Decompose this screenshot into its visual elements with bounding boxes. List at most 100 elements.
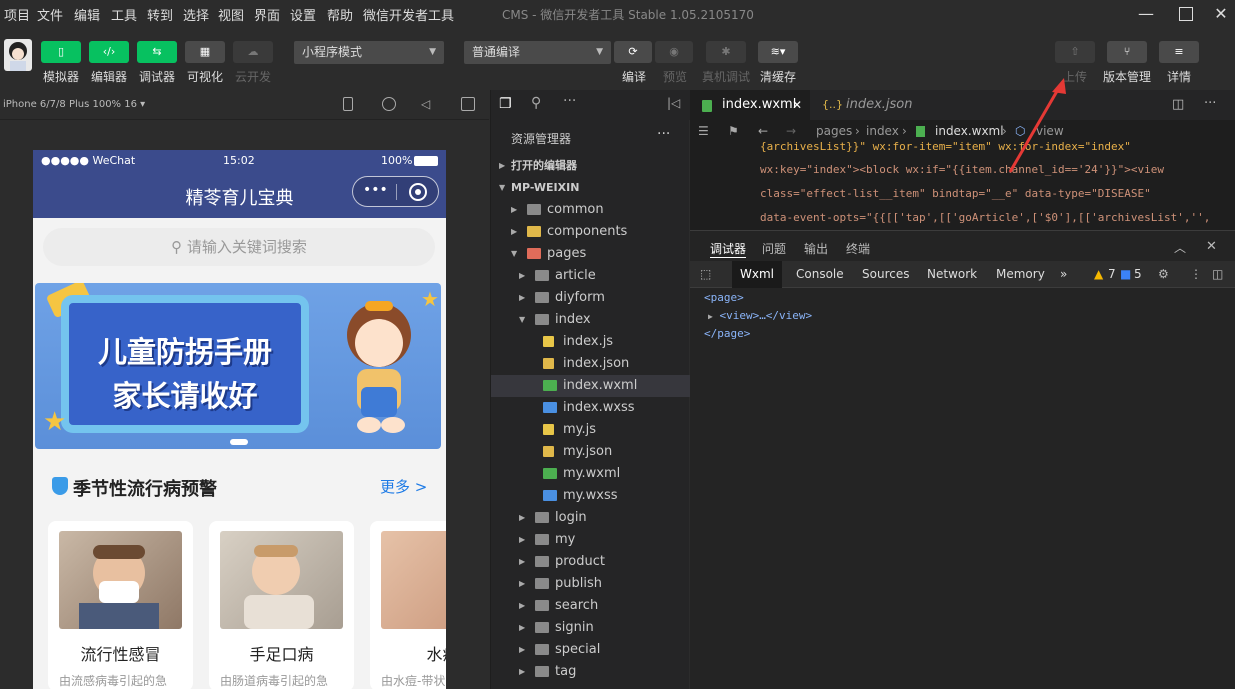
menu-item[interactable]: 视图: [218, 5, 244, 24]
capsule-menu[interactable]: •••: [352, 176, 439, 207]
tree-item[interactable]: my.json: [491, 441, 690, 463]
tree-item[interactable]: ▶ article: [491, 265, 690, 287]
phone-outline-icon[interactable]: [343, 97, 353, 111]
forward-arrow-icon[interactable]: →: [786, 120, 796, 142]
code-line[interactable]: class="effect-list__item" bindtap="__e" …: [760, 187, 1151, 200]
banner-image[interactable]: 儿童防拐手册 家长请收好 ★ ★: [35, 283, 441, 449]
menu-item[interactable]: 帮助: [327, 5, 353, 24]
close-icon[interactable]: ✕: [1210, 4, 1232, 24]
collapse-panel-icon[interactable]: |◁: [667, 96, 680, 110]
popout-icon[interactable]: [461, 97, 475, 111]
more-dots-icon[interactable]: •••: [363, 182, 388, 198]
debugger-toggle-button[interactable]: ⇆: [137, 41, 177, 63]
menu-item[interactable]: 转到: [147, 5, 173, 24]
close-icon[interactable]: ✕: [792, 90, 802, 120]
back-arrow-icon[interactable]: ←: [758, 120, 768, 142]
tree-item[interactable]: index.js: [491, 331, 690, 353]
menu-item[interactable]: 选择: [183, 5, 209, 24]
split-editor-icon[interactable]: ◫: [1172, 97, 1184, 112]
tree-item[interactable]: ▶ components: [491, 221, 690, 243]
menu-item[interactable]: 微信开发者工具: [363, 5, 454, 24]
tree-item[interactable]: ▶ my: [491, 529, 690, 551]
simulator-toggle-button[interactable]: ▯: [41, 41, 81, 63]
avatar[interactable]: [4, 39, 32, 71]
more-tabs-icon[interactable]: »: [1060, 261, 1067, 288]
more-link[interactable]: 更多 >: [380, 476, 427, 497]
warning-count[interactable]: 7: [1108, 261, 1116, 288]
chevron-up-icon[interactable]: ︿: [1174, 239, 1186, 256]
tree-item[interactable]: my.wxss: [491, 485, 690, 507]
close-icon[interactable]: ✕: [1206, 239, 1217, 254]
maximize-icon[interactable]: [1175, 4, 1197, 24]
code-line[interactable]: wx:key="index"><block wx:if="{{item.chan…: [760, 163, 1164, 176]
tree-item[interactable]: index.wxml: [491, 375, 690, 397]
clear-cache-button[interactable]: ≋▾: [758, 41, 798, 63]
tree-item[interactable]: ▼ pages: [491, 243, 690, 265]
visual-toggle-button[interactable]: ▦: [185, 41, 225, 63]
editor-toggle-button[interactable]: ‹/›: [89, 41, 129, 63]
carousel-indicator[interactable]: [230, 439, 248, 445]
tab-index-wxml[interactable]: index.wxml ✕: [690, 90, 810, 120]
crumb-file[interactable]: index.wxml: [935, 120, 1004, 142]
menu-item[interactable]: 文件: [37, 5, 63, 24]
disease-card[interactable]: 流行性感冒 由流感病毒引起的急: [48, 521, 193, 689]
upload-button[interactable]: ⇧: [1055, 41, 1095, 63]
compile-button[interactable]: ⟳: [614, 41, 652, 63]
compile-select[interactable]: 普通编译 ▼: [464, 41, 611, 64]
kebab-icon[interactable]: ⋮: [1190, 261, 1202, 288]
tree-item[interactable]: ▶ common: [491, 199, 690, 221]
menu-item[interactable]: 项目: [4, 5, 30, 24]
explorer-more-icon[interactable]: ···: [657, 126, 670, 142]
menu-item[interactable]: 工具: [111, 5, 137, 24]
more-icon[interactable]: ···: [563, 93, 576, 109]
disease-card[interactable]: 手足口病 由肠道病毒引起的急: [209, 521, 354, 689]
tree-item[interactable]: ▶ diyform: [491, 287, 690, 309]
gear-icon[interactable]: ⚙: [1158, 261, 1169, 288]
error-count[interactable]: 5: [1134, 261, 1142, 288]
xml-node[interactable]: <page>: [704, 291, 812, 304]
crumb-pages[interactable]: pages: [816, 120, 852, 142]
tree-item[interactable]: my.js: [491, 419, 690, 441]
open-editors-section[interactable]: ▶ 打开的编辑器: [491, 155, 690, 177]
dock-icon[interactable]: ◫: [1212, 261, 1223, 288]
exit-icon[interactable]: [409, 183, 427, 201]
list-icon[interactable]: ☰: [698, 120, 709, 142]
tab-index-json[interactable]: {..} index.json: [810, 90, 930, 120]
tree-item[interactable]: ▼ index: [491, 309, 690, 331]
tree-item[interactable]: my.wxml: [491, 463, 690, 485]
details-button[interactable]: ≡: [1159, 41, 1199, 63]
tree-item[interactable]: index.json: [491, 353, 690, 375]
menu-item[interactable]: 界面: [254, 5, 280, 24]
mode-select[interactable]: 小程序模式 ▼: [294, 41, 444, 64]
caret-right-icon[interactable]: ▶: [708, 312, 713, 321]
bookmark-icon[interactable]: ⚑: [728, 120, 739, 142]
crumb-index[interactable]: index: [866, 120, 899, 142]
tree-item[interactable]: ▶ signin: [491, 617, 690, 639]
remote-debug-button[interactable]: ✱: [706, 41, 746, 63]
tree-item[interactable]: ▶ special: [491, 639, 690, 661]
tab-network[interactable]: Network: [927, 261, 977, 288]
inspect-icon[interactable]: ⬚: [700, 261, 711, 288]
tree-item[interactable]: index.wxss: [491, 397, 690, 419]
minimize-icon[interactable]: —: [1135, 4, 1157, 24]
tree-item[interactable]: ▶ publish: [491, 573, 690, 595]
volume-icon[interactable]: ◁: [421, 97, 430, 111]
disease-card[interactable]: 水痘 由水痘-带状: [370, 521, 446, 689]
tab-issues[interactable]: 问题: [762, 240, 786, 257]
xml-node[interactable]: <view>…</view>: [719, 309, 812, 322]
xml-node[interactable]: </page>: [704, 327, 812, 340]
record-icon[interactable]: [382, 97, 396, 111]
more-icon[interactable]: ···: [1204, 96, 1216, 111]
version-button[interactable]: ⑂: [1107, 41, 1147, 63]
tree-item[interactable]: ▶ search: [491, 595, 690, 617]
tree-item[interactable]: ▶ login: [491, 507, 690, 529]
tab-debugger[interactable]: 调试器: [710, 240, 747, 258]
tab-terminal[interactable]: 终端: [846, 240, 870, 257]
files-icon[interactable]: ❐: [499, 96, 512, 112]
device-select[interactable]: iPhone 6/7/8 Plus 100% 16 ▾: [3, 99, 145, 110]
tree-item[interactable]: ▶ product: [491, 551, 690, 573]
search-input[interactable]: ⚲ 请输入关键词搜索: [43, 228, 435, 266]
tab-wxml[interactable]: Wxml: [732, 261, 782, 288]
workspace-root[interactable]: ▼ MP-WEIXIN: [491, 177, 690, 199]
code-line[interactable]: data-event-opts="{{[['tap',[['goArticle'…: [760, 211, 1210, 224]
